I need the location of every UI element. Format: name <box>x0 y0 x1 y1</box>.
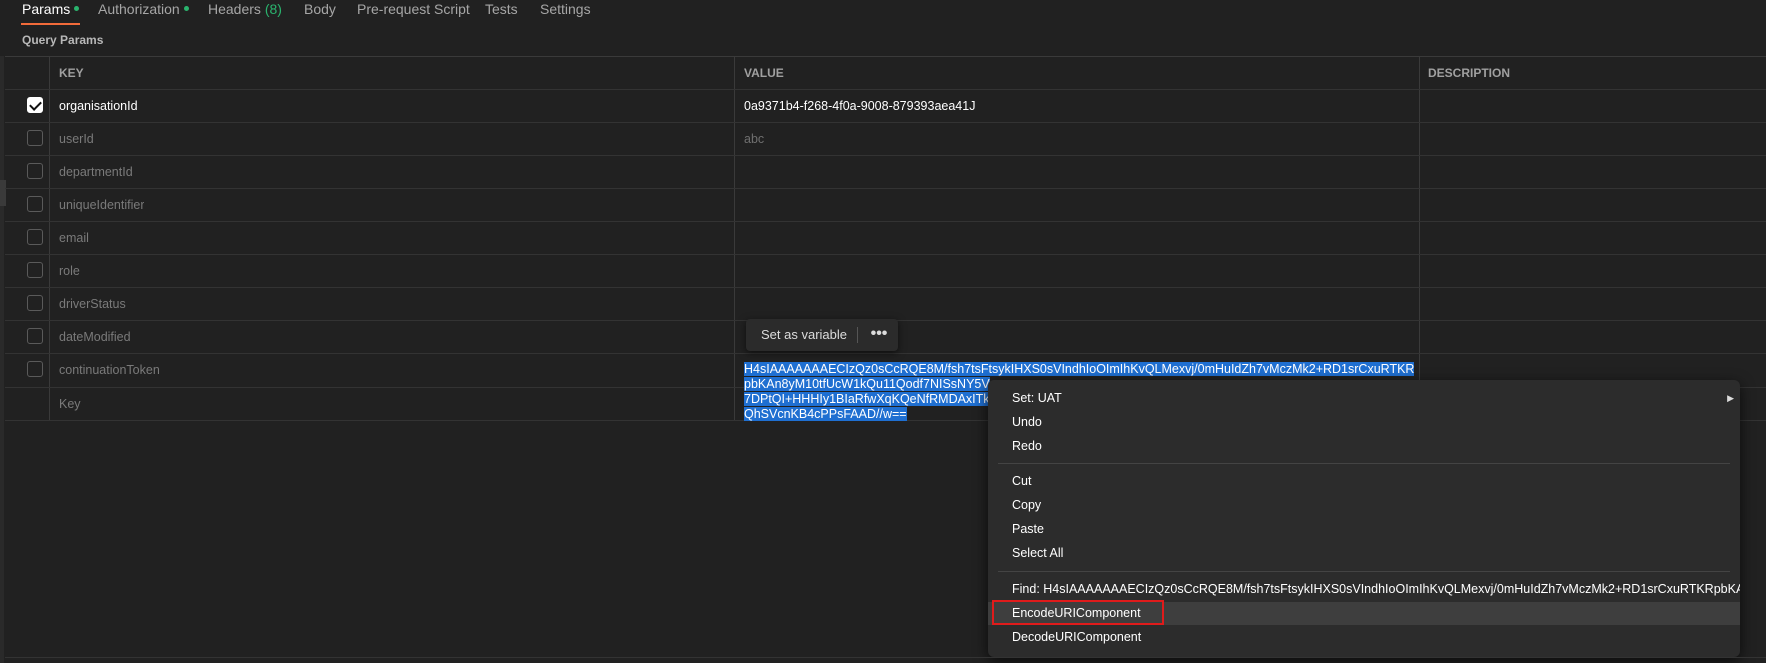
tab-body[interactable]: Body <box>304 1 336 23</box>
row-checkbox[interactable] <box>27 361 43 377</box>
more-options-icon[interactable]: ••• <box>868 319 890 349</box>
param-key[interactable]: email <box>59 222 89 254</box>
selected-token-line[interactable]: QhSVcnKB4cPPsFAAD//w== <box>744 407 907 421</box>
authorization-status-dot <box>183 5 189 11</box>
row-checkbox[interactable] <box>27 163 43 179</box>
menu-separator <box>998 463 1730 464</box>
tab-settings-label: Settings <box>540 1 591 17</box>
set-variable-popover: Set as variable ••• <box>746 319 898 351</box>
table-row: userId abc <box>5 123 1766 156</box>
tab-tests-label: Tests <box>485 1 518 17</box>
row-checkbox[interactable] <box>27 262 43 278</box>
param-key[interactable]: continuationToken <box>59 354 160 386</box>
menu-item-decode-uri-component[interactable]: DecodeURIComponent <box>988 626 1740 649</box>
table-row: departmentId <box>5 156 1766 189</box>
popover-divider <box>857 327 858 343</box>
tab-authorization[interactable]: Authorization <box>98 1 189 23</box>
selected-token-line[interactable]: pbKAn8yM10tfUcW1kQu11Qodf7NISsNY5V <box>744 377 990 391</box>
selected-token-line[interactable]: H4sIAAAAAAAECIzQz0sCcRQE8M/fsh7tsFtsykIH… <box>744 362 1415 376</box>
param-key[interactable]: role <box>59 255 80 287</box>
menu-separator <box>998 571 1730 572</box>
table-row: role <box>5 255 1766 288</box>
menu-item-paste[interactable]: Paste <box>988 518 1740 541</box>
param-key[interactable]: dateModified <box>59 321 131 353</box>
context-menu: Set: UAT ▶ Undo Redo Cut Copy Paste Sele… <box>988 380 1740 657</box>
headers-count: (8) <box>264 1 282 17</box>
header-key: KEY <box>59 66 84 80</box>
tab-params[interactable]: Params <box>21 1 81 25</box>
param-value[interactable]: 0a9371b4-f268-4f0a-9008-879393aea41J <box>744 90 975 122</box>
active-tab-indicator <box>21 23 81 25</box>
params-status-dot <box>74 5 80 11</box>
section-title: Query Params <box>22 33 104 47</box>
row-checkbox[interactable] <box>27 328 43 344</box>
tab-tests[interactable]: Tests <box>485 1 518 23</box>
tab-pre-request-script[interactable]: Pre-request Script <box>357 1 470 23</box>
tab-params-label: Params <box>22 1 71 17</box>
param-key[interactable]: uniqueIdentifier <box>59 189 144 221</box>
tab-headers-label: Headers <box>208 1 261 17</box>
selected-token-line[interactable]: 7DPtQI+HHHIy1BIaRfwXqKQeNfRMDAxITkR <box>744 392 999 406</box>
submenu-arrow-icon: ▶ <box>1727 393 1734 403</box>
param-key[interactable]: departmentId <box>59 156 133 188</box>
param-key[interactable]: driverStatus <box>59 288 126 320</box>
set-as-variable-button[interactable]: Set as variable <box>761 319 847 351</box>
request-tabs: Params Authorization Headers (8) Body Pr… <box>0 0 1766 25</box>
row-checkbox[interactable] <box>27 295 43 311</box>
table-row: organisationId 0a9371b4-f268-4f0a-9008-8… <box>5 90 1766 123</box>
table-row: uniqueIdentifier <box>5 189 1766 222</box>
menu-item-select-all[interactable]: Select All <box>988 542 1740 565</box>
header-value: VALUE <box>744 66 784 80</box>
param-value[interactable]: abc <box>744 123 764 155</box>
menu-item-encode-uri-component[interactable]: EncodeURIComponent <box>988 602 1740 625</box>
menu-item-undo[interactable]: Undo <box>988 411 1740 434</box>
bottom-divider <box>5 657 1766 658</box>
tab-pre-request-script-label: Pre-request Script <box>357 1 470 17</box>
left-gutter <box>0 56 4 663</box>
menu-item-cut[interactable]: Cut <box>988 470 1740 493</box>
tab-settings[interactable]: Settings <box>540 1 591 23</box>
menu-item-label: Set: UAT <box>1012 391 1062 405</box>
row-checkbox[interactable] <box>27 229 43 245</box>
new-key-input[interactable]: Key <box>59 388 81 420</box>
tab-authorization-label: Authorization <box>98 1 180 17</box>
table-row: driverStatus <box>5 288 1766 321</box>
tab-headers[interactable]: Headers (8) <box>208 1 282 23</box>
row-checkbox[interactable] <box>27 130 43 146</box>
menu-item-redo[interactable]: Redo <box>988 435 1740 458</box>
table-header-row: KEY VALUE DESCRIPTION <box>5 57 1766 90</box>
table-row: email <box>5 222 1766 255</box>
param-key[interactable]: userId <box>59 123 94 155</box>
row-checkbox[interactable] <box>27 97 43 113</box>
menu-item-copy[interactable]: Copy <box>988 494 1740 517</box>
row-checkbox[interactable] <box>27 196 43 212</box>
tab-body-label: Body <box>304 1 336 17</box>
param-key[interactable]: organisationId <box>59 90 138 122</box>
menu-item-set-uat[interactable]: Set: UAT ▶ <box>988 387 1740 410</box>
header-description: DESCRIPTION <box>1428 66 1511 80</box>
menu-item-find[interactable]: Find: H4sIAAAAAAAECIzQz0sCcRQE8M/fsh7tsF… <box>988 578 1740 601</box>
